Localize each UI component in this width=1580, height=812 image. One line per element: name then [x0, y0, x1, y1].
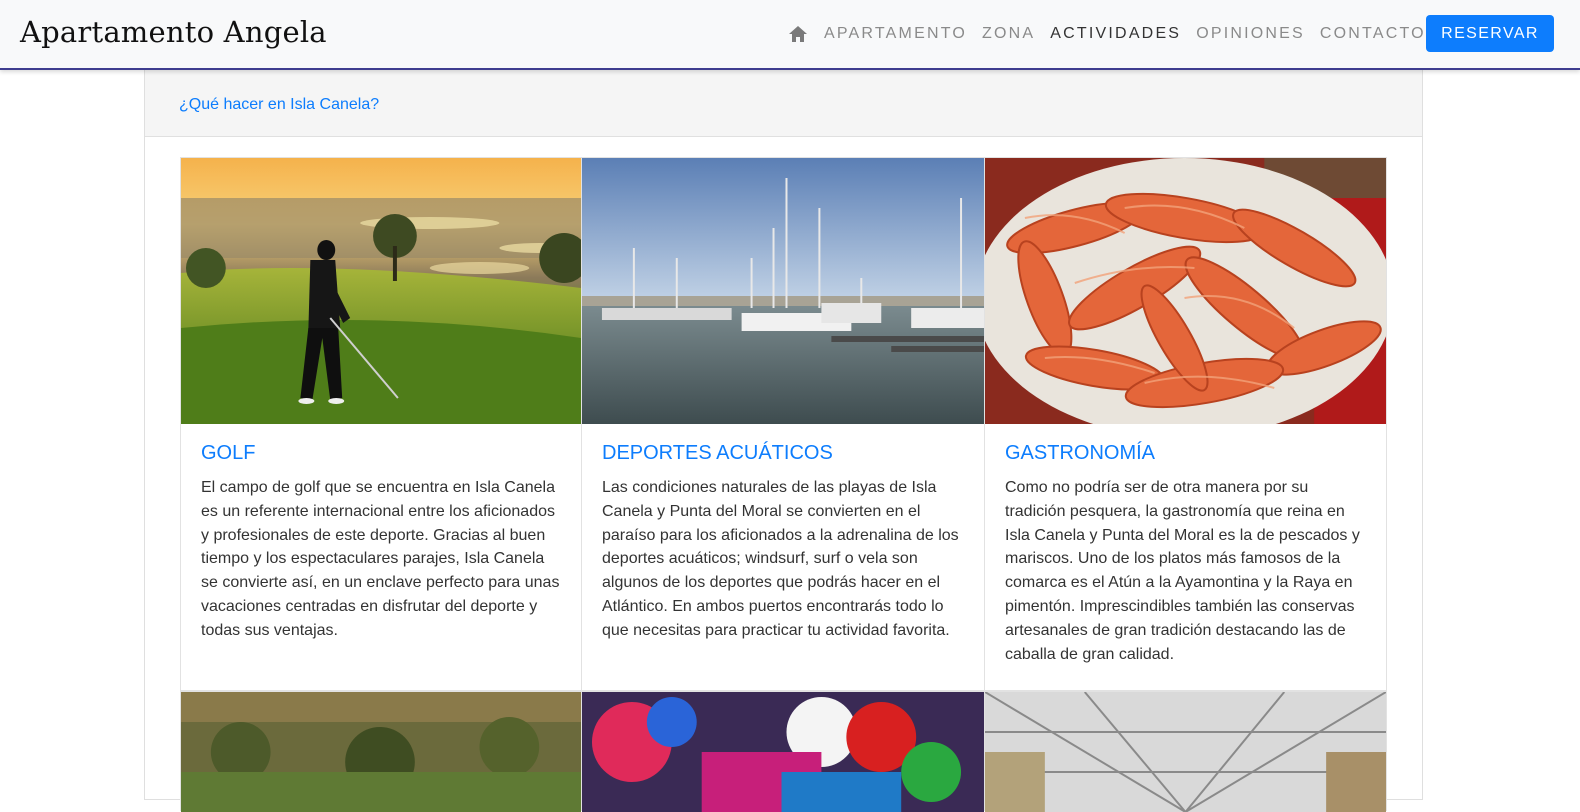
activity-text-golf: El campo de golf que se encuentra en Isl… — [201, 479, 560, 639]
nav-link-zona[interactable]: ZONA — [982, 24, 1035, 44]
nav-link-actividades[interactable]: ACTIVIDADES — [1050, 24, 1181, 44]
top-navbar: Apartamento Angela APARTAMENTO ZONA ACTI… — [0, 0, 1580, 70]
nature-image — [181, 692, 581, 812]
shrimp-image — [985, 158, 1386, 424]
activities-card: ¿Qué hacer en Isla Canela? GOLF El campo… — [144, 70, 1423, 812]
marina-image — [582, 158, 984, 424]
activity-text-water-sports: Las condiciones naturales de las playas … — [602, 479, 959, 639]
activity-card-gastronomy: GASTRONOMÍA Como no podría ser de otra m… — [985, 157, 1387, 691]
home-icon[interactable] — [788, 24, 808, 44]
activity-card-nature — [180, 691, 582, 812]
activities-grid-row-2 — [180, 691, 1388, 812]
nav-link-contacto[interactable]: CONTACTO — [1320, 24, 1426, 44]
activity-card-golf: GOLF El campo de golf que se encuentra e… — [180, 157, 582, 691]
activities-grid: GOLF El campo de golf que se encuentra e… — [180, 157, 1388, 691]
section-header-link[interactable]: ¿Qué hacer en Isla Canela? — [179, 96, 379, 113]
card-header: ¿Qué hacer en Isla Canela? — [145, 70, 1422, 137]
activity-card-shopping — [985, 691, 1387, 812]
activity-card-water-sports: DEPORTES ACUÁTICOS Las condiciones natur… — [582, 157, 985, 691]
activity-text-gastronomy: Como no podría ser de otra manera por su… — [1005, 479, 1360, 663]
nav-link-opiniones[interactable]: OPINIONES — [1196, 24, 1305, 44]
mall-image — [985, 692, 1386, 812]
reserve-button[interactable]: RESERVAR — [1426, 15, 1554, 52]
activity-title-water-sports[interactable]: DEPORTES ACUÁTICOS — [602, 442, 964, 465]
golf-image — [181, 158, 581, 424]
nav-link-apartamento[interactable]: APARTAMENTO — [824, 24, 967, 44]
activity-title-golf[interactable]: GOLF — [201, 442, 561, 465]
activity-title-gastronomy[interactable]: GASTRONOMÍA — [1005, 442, 1366, 465]
site-brand[interactable]: Apartamento Angela — [20, 15, 327, 49]
activity-card-carnival — [582, 691, 985, 812]
carnival-image — [582, 692, 984, 812]
nav-links: APARTAMENTO ZONA ACTIVIDADES OPINIONES C… — [824, 24, 1441, 44]
